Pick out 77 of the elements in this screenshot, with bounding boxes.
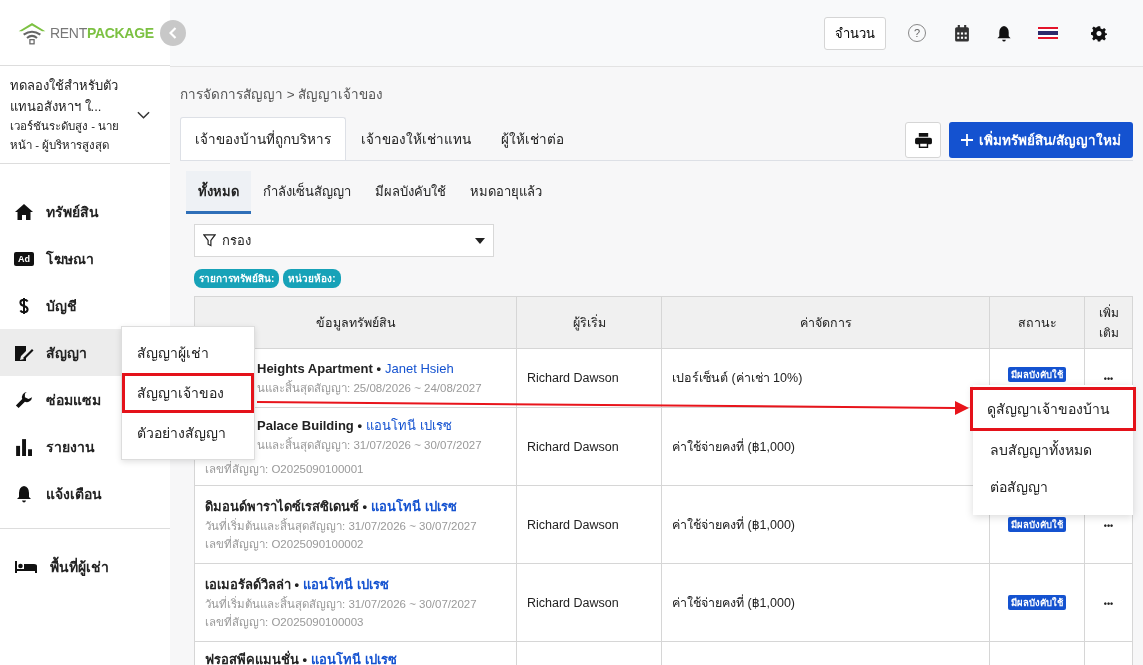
caret-icon (475, 237, 485, 244)
table-cell: ค่าใช้จ่ายคงที่ (฿1,000) (672, 439, 796, 454)
sidebar-item[interactable]: ทรัพย์สิน (0, 188, 170, 235)
sidebar-item[interactable]: บัญชี (0, 282, 170, 329)
column-header: ผู้ริเริ่ม (516, 296, 662, 349)
property-name: Palace Building • (257, 417, 362, 433)
filter-select[interactable]: กรอง (194, 224, 494, 257)
filter-icon (203, 234, 216, 247)
table-cell: เปอร์เซ็นต์ (ค่าเช่า 10%) (672, 371, 803, 385)
contract-number: เลขที่สัญญา: O2025090100002 (205, 535, 365, 553)
contract-dates: วันที่เริ่มต้นและสิ้นสุดสัญญา: 31/07/2026 ~ 30/07/2027 (205, 595, 478, 613)
filter-tab[interactable]: หมดอายุแล้ว (458, 171, 554, 214)
menu-item[interactable]: ตัวอย่างสัญญา (122, 413, 254, 453)
owner-link[interactable]: Janet Hsieh (385, 361, 454, 376)
settings-icon[interactable] (1091, 24, 1107, 42)
home-icon (14, 202, 34, 221)
owner-link[interactable]: แอนโทนี เปเรซ (371, 498, 457, 514)
filter-tab[interactable]: ทั้งหมด (186, 171, 251, 214)
table-cell: Richard Dawson (527, 439, 619, 454)
print-button[interactable] (905, 122, 942, 158)
menu-item[interactable]: ดูสัญญาเจ้าของบ้าน (970, 387, 1136, 431)
contract-dates: วันที่เริ่มต้นและสิ้นสุดสัญญา: 31/07/2026 ~ 30/07/2027 (205, 517, 478, 535)
plus-icon (961, 134, 974, 146)
chevron-left-icon (169, 27, 177, 39)
sidebar-item[interactable]: พื้นที่ผู้เช่า (0, 543, 170, 590)
add-button[interactable]: เพิ่มทรัพย์สิน/สัญญาใหม่ (949, 122, 1133, 158)
property-name: ดิมอนด์พาราไดซ์เรสซิเดนซ์ • (205, 498, 368, 514)
bed-icon (14, 559, 38, 574)
table-cell: Richard Dawson (527, 595, 619, 610)
column-header: สถานะ (989, 296, 1085, 349)
breadcrumb: การจัดการสัญญา > สัญญาเจ้าของ (180, 86, 385, 104)
dollar-icon (18, 296, 30, 315)
property-name: Heights Apartment • (257, 361, 381, 376)
menu-item[interactable]: ต่อสัญญา (973, 468, 1133, 505)
column-header: ข้อมูลทรัพย์สิน (194, 296, 517, 349)
filter-tab[interactable]: มีผลบังคับใช้ (363, 171, 458, 214)
property-name: ฟรอสพีคแมนชั่น • (205, 652, 308, 665)
document-pen-icon (14, 343, 34, 362)
owner-link[interactable]: แอนโทนี เปเรซ (303, 576, 389, 592)
menu-item[interactable]: สัญญาเจ้าของ (122, 373, 254, 413)
flag-icon[interactable] (1038, 27, 1058, 39)
property-name: เอเมอรัลด์วิลล่า • (205, 576, 300, 592)
tab[interactable]: เจ้าของบ้านที่ถูกบริหาร (180, 117, 346, 160)
filter-tab[interactable]: กำลังเซ็นสัญญา (251, 171, 363, 214)
owner-link[interactable]: แอนโทนี เปเรซ (311, 652, 397, 665)
account-plan: เวอร์ชันระดับสูง - นายหน้า - ผู้บริหารสูงสุด (10, 118, 121, 154)
table-cell: ค่าใช้จ่ายคงที่ (฿1,000) (672, 517, 796, 532)
column-header: ค่าจัดการ (661, 296, 990, 349)
sidebar-item[interactable]: แจ้งเตือน (0, 470, 170, 517)
ad-icon: Ad (14, 251, 34, 266)
account-name: ทดลองใช้สำหรับตัวแทนอสังหาฯ ใ... (10, 76, 119, 116)
printer-icon (914, 132, 932, 148)
owner-link[interactable]: แอนโทนี เปเรซ (365, 417, 452, 433)
calendar-icon[interactable] (954, 24, 970, 42)
contract-dates: นและสิ้นสุดสัญญา: 31/07/2026 ~ 30/07/2027 (256, 436, 483, 454)
more-button[interactable]: ••• (1103, 374, 1114, 384)
tab[interactable]: ผู้ให้เช่าต่อ (486, 117, 579, 160)
status-badge: มีผลบังคับใช้ (1008, 366, 1066, 382)
column-header: เพิ่มเติม (1084, 296, 1133, 349)
contract-number: เลขที่สัญญา: O2025090100001 (205, 460, 365, 478)
table-cell: ค่าใช้จ่ายคงที่ (฿1,000) (672, 595, 796, 610)
wrench-icon (14, 390, 34, 409)
table-cell: Richard Dawson (527, 371, 619, 385)
bar-chart-icon (14, 437, 34, 456)
sidebar-item[interactable]: Ad โฆษณา (0, 235, 170, 282)
logo-text: RENTPACKAGE (50, 24, 154, 41)
status-badge: มีผลบังคับใช้ (1008, 517, 1066, 532)
more-button[interactable]: ••• (1103, 598, 1114, 609)
status-badge: มีผลบังคับใช้ (1008, 595, 1066, 610)
count-button[interactable]: จำนวน (824, 16, 886, 50)
bell-icon[interactable] (996, 24, 1012, 42)
more-button[interactable]: ••• (1103, 520, 1114, 531)
tab[interactable]: เจ้าของให้เช่าแทน (346, 117, 486, 160)
table-cell: Richard Dawson (527, 517, 619, 532)
chevron-down-icon[interactable] (137, 110, 150, 119)
contract-number: เลขที่สัญญา: O2025090100003 (205, 613, 365, 631)
menu-item[interactable]: ลบสัญญาทั้งหมด (973, 431, 1133, 468)
